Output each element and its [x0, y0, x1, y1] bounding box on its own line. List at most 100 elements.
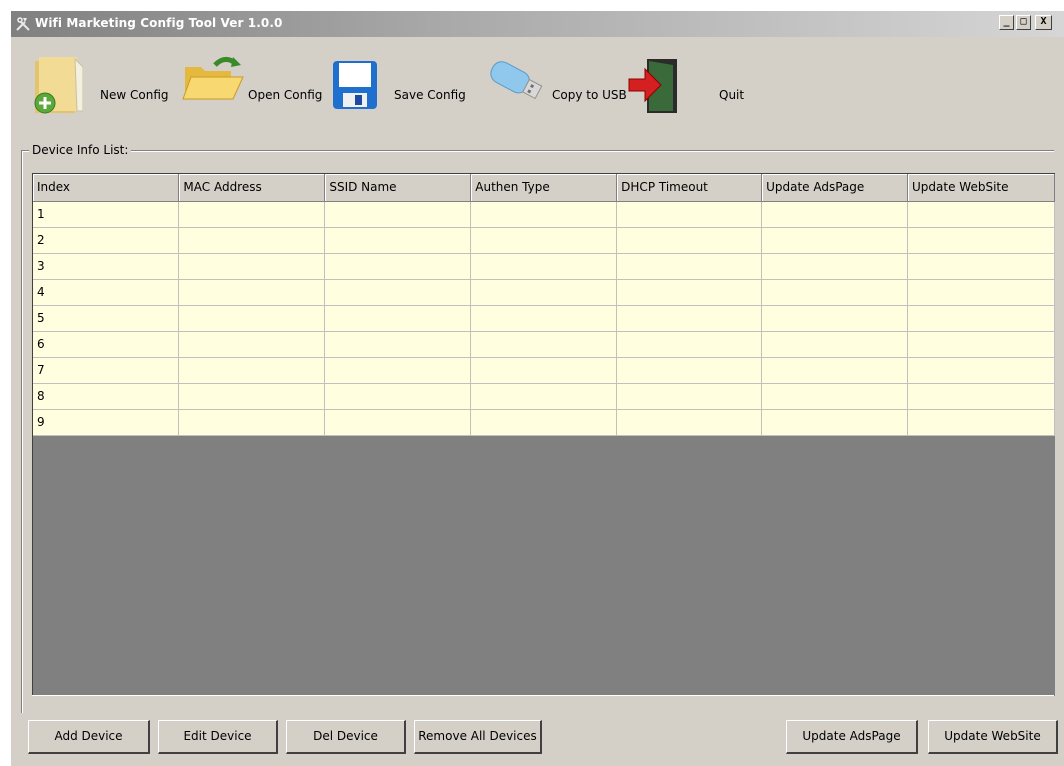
new-file-icon [34, 57, 83, 114]
save-config-button[interactable]: Save Config [329, 39, 475, 139]
table-row[interactable]: 3 [33, 253, 1055, 280]
cell-index[interactable]: 8 [33, 383, 180, 410]
cell-dhcp-timeout[interactable] [616, 227, 763, 254]
cell-dhcp-timeout[interactable] [616, 279, 763, 306]
cell-mac-address[interactable] [178, 201, 326, 228]
cell-dhcp-timeout[interactable] [616, 331, 763, 358]
cell-ssid-name[interactable] [324, 409, 472, 436]
column-header-update-adspage[interactable]: Update AdsPage [761, 174, 909, 202]
cell-ssid-name[interactable] [324, 305, 472, 332]
table-row[interactable]: 5 [33, 305, 1055, 332]
cell-dhcp-timeout[interactable] [616, 383, 763, 410]
cell-mac-address[interactable] [178, 253, 326, 280]
cell-authen-type[interactable] [470, 331, 618, 358]
horizontal-scrollbar[interactable] [32, 695, 1054, 714]
cell-mac-address[interactable] [178, 409, 326, 436]
cell-dhcp-timeout[interactable] [616, 357, 763, 384]
cell-update-website[interactable] [907, 331, 1055, 358]
cell-update-website[interactable] [907, 227, 1055, 254]
device-grid[interactable]: Index MAC Address SSID Name Authen Type … [32, 173, 1055, 696]
cell-dhcp-timeout[interactable] [616, 253, 763, 280]
update-adspage-button[interactable]: Update AdsPage [786, 720, 918, 754]
cell-update-adspage[interactable] [761, 253, 909, 280]
table-row[interactable]: 7 [33, 357, 1055, 384]
cell-dhcp-timeout[interactable] [616, 201, 763, 228]
window-title: Wifi Marketing Config Tool Ver 1.0.0 [35, 16, 283, 30]
column-header-ssid-name[interactable]: SSID Name [324, 174, 472, 202]
cell-ssid-name[interactable] [324, 357, 472, 384]
cell-authen-type[interactable] [470, 357, 618, 384]
cell-authen-type[interactable] [470, 227, 618, 254]
cell-update-website[interactable] [907, 383, 1055, 410]
cell-update-website[interactable] [907, 409, 1055, 436]
cell-index[interactable]: 3 [33, 253, 180, 280]
new-config-button[interactable]: New Config [25, 39, 175, 139]
cell-mac-address[interactable] [178, 357, 326, 384]
table-row[interactable]: 1 [33, 201, 1055, 228]
cell-index[interactable]: 7 [33, 357, 180, 384]
cell-ssid-name[interactable] [324, 201, 472, 228]
cell-authen-type[interactable] [470, 201, 618, 228]
cell-update-adspage[interactable] [761, 383, 909, 410]
update-website-button[interactable]: Update WebSite [928, 720, 1058, 754]
cell-authen-type[interactable] [470, 253, 618, 280]
edit-device-button[interactable]: Edit Device [158, 720, 278, 754]
cell-update-adspage[interactable] [761, 201, 909, 228]
cell-index[interactable]: 9 [33, 409, 180, 436]
cell-index[interactable]: 6 [33, 331, 180, 358]
cell-mac-address[interactable] [178, 227, 326, 254]
cell-update-adspage[interactable] [761, 331, 909, 358]
cell-mac-address[interactable] [178, 331, 326, 358]
cell-authen-type[interactable] [470, 409, 618, 436]
column-header-authen-type[interactable]: Authen Type [470, 174, 618, 202]
cell-ssid-name[interactable] [324, 253, 472, 280]
column-header-update-website[interactable]: Update WebSite [907, 174, 1055, 202]
cell-index[interactable]: 1 [33, 201, 180, 228]
quit-button[interactable]: Quit [625, 39, 749, 139]
cell-update-website[interactable] [907, 357, 1055, 384]
column-header-index[interactable]: Index [33, 174, 180, 202]
del-device-button[interactable]: Del Device [286, 720, 406, 754]
cell-update-adspage[interactable] [761, 409, 909, 436]
cell-index[interactable]: 4 [33, 279, 180, 306]
minimize-button[interactable]: _ [999, 15, 1014, 30]
cell-mac-address[interactable] [178, 279, 326, 306]
table-row[interactable]: 8 [33, 383, 1055, 410]
column-header-mac-address[interactable]: MAC Address [178, 174, 326, 202]
cell-authen-type[interactable] [470, 305, 618, 332]
cell-update-website[interactable] [907, 305, 1055, 332]
table-row[interactable]: 9 [33, 409, 1055, 436]
table-row[interactable]: 6 [33, 331, 1055, 358]
cell-index[interactable]: 2 [33, 227, 180, 254]
cell-update-adspage[interactable] [761, 305, 909, 332]
cell-update-adspage[interactable] [761, 227, 909, 254]
cell-dhcp-timeout[interactable] [616, 305, 763, 332]
title-bar[interactable]: Wifi Marketing Config Tool Ver 1.0.0 _ □… [11, 11, 1064, 37]
cell-ssid-name[interactable] [324, 383, 472, 410]
open-config-button[interactable]: Open Config [179, 39, 325, 139]
copy-to-usb-button[interactable]: Copy to USB [479, 39, 629, 139]
cell-update-website[interactable] [907, 253, 1055, 280]
cell-update-website[interactable] [907, 201, 1055, 228]
column-header-dhcp-timeout[interactable]: DHCP Timeout [616, 174, 763, 202]
cell-mac-address[interactable] [178, 383, 326, 410]
remove-all-devices-button[interactable]: Remove All Devices [414, 720, 542, 754]
cell-update-adspage[interactable] [761, 279, 909, 306]
cell-update-website[interactable] [907, 279, 1055, 306]
cell-ssid-name[interactable] [324, 279, 472, 306]
usb-drive-icon [490, 61, 543, 100]
table-row[interactable]: 2 [33, 227, 1055, 254]
cell-index[interactable]: 5 [33, 305, 180, 332]
cell-authen-type[interactable] [470, 279, 618, 306]
device-info-legend: Device Info List: [29, 143, 132, 157]
cell-authen-type[interactable] [470, 383, 618, 410]
cell-mac-address[interactable] [178, 305, 326, 332]
table-row[interactable]: 4 [33, 279, 1055, 306]
cell-ssid-name[interactable] [324, 227, 472, 254]
add-device-button[interactable]: Add Device [28, 720, 150, 754]
cell-dhcp-timeout[interactable] [616, 409, 763, 436]
cell-update-adspage[interactable] [761, 357, 909, 384]
close-button[interactable]: X [1035, 15, 1052, 30]
maximize-button[interactable]: □ [1016, 15, 1031, 30]
cell-ssid-name[interactable] [324, 331, 472, 358]
